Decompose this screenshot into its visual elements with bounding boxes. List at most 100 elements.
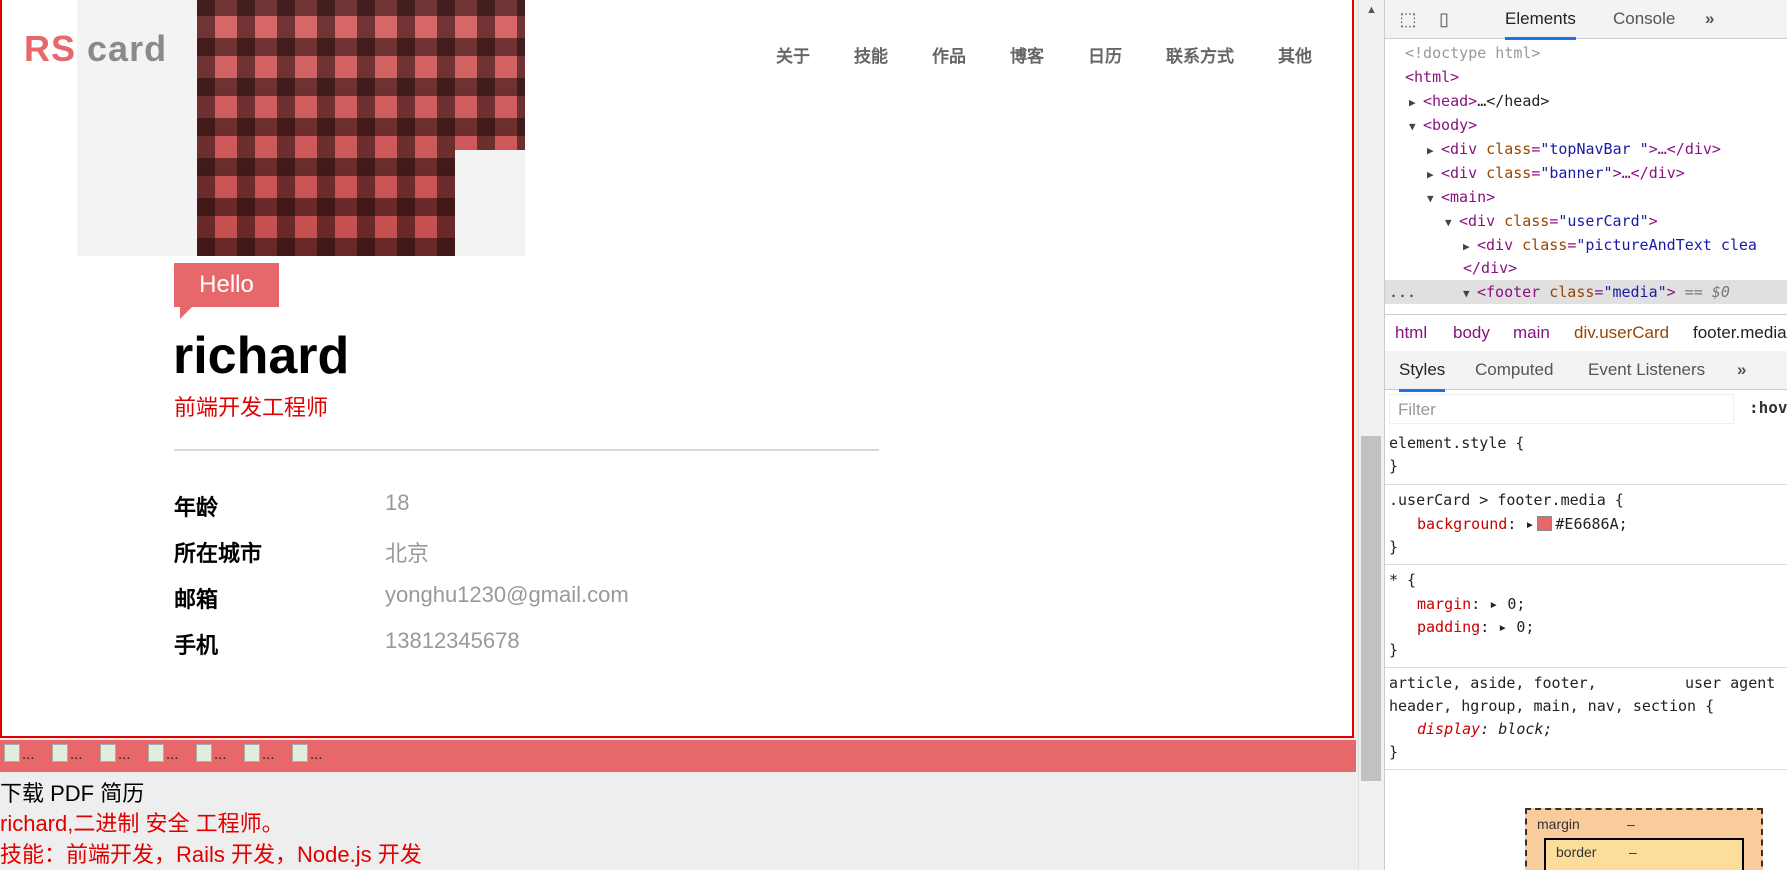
tab-console[interactable]: Console — [1613, 0, 1675, 38]
device-toolbar-icon[interactable]: ▯ — [1433, 8, 1455, 30]
dom-div-close[interactable]: </div> — [1463, 259, 1517, 277]
decl-margin[interactable]: margin: ▸ 0; — [1417, 595, 1525, 613]
media-link[interactable]: ... — [100, 744, 131, 763]
dom-topnavbar[interactable]: ▶ <div class="topNavBar ">…</div> — [1427, 140, 1721, 158]
decl-background[interactable]: background: ▸ #E6686A; — [1417, 515, 1628, 533]
tab-styles[interactable]: Styles — [1399, 360, 1446, 392]
broken-image-icon — [4, 744, 20, 762]
media-link[interactable]: ... — [4, 744, 35, 763]
inspect-element-icon[interactable]: ⬚ — [1397, 8, 1419, 30]
hover-state-toggle[interactable]: :hov — [1749, 398, 1787, 417]
scroll-up-arrow-icon[interactable]: ▲ — [1366, 4, 1377, 16]
expand-triangle-icon[interactable]: ▶ — [1427, 144, 1441, 157]
media-link[interactable]: ... — [52, 744, 83, 763]
photo-background-lower — [455, 150, 525, 256]
tab-elements[interactable]: Elements — [1505, 0, 1576, 40]
scrollbar-thumb[interactable] — [1361, 436, 1381, 781]
nav-item-calendar[interactable]: 日历 — [1088, 42, 1122, 67]
expand-triangle-icon[interactable]: ▶ — [1427, 168, 1441, 181]
resume-skills: 技能：前端开发，Rails 开发，Node.js 开发 — [0, 842, 422, 867]
card-divider — [174, 449, 879, 451]
dom-breadcrumb: html body main div.userCard footer.media — [1385, 314, 1787, 352]
box-model-border-label: border — [1556, 844, 1597, 860]
nav-item-blog[interactable]: 博客 — [1010, 42, 1044, 67]
breadcrumb-footer-media[interactable]: footer.media — [1693, 323, 1787, 343]
media-link[interactable]: ... — [292, 744, 323, 763]
rule-separator — [1385, 484, 1787, 485]
media-link[interactable]: ... — [196, 744, 227, 763]
resume-summary: richard,二进制 安全 工程师。 — [0, 811, 284, 836]
decl-display: display: block; — [1417, 720, 1553, 738]
more-style-tabs-icon[interactable]: » — [1737, 360, 1746, 380]
styles-filter-input[interactable]: Filter — [1389, 394, 1734, 424]
breadcrumb-usercard[interactable]: div.userCard — [1574, 323, 1669, 343]
broken-image-icon — [100, 744, 116, 762]
dom-html[interactable]: <html> — [1405, 68, 1459, 86]
nav-item-other[interactable]: 其他 — [1278, 42, 1312, 67]
logo-card: card — [87, 28, 168, 69]
broken-image-icon — [148, 744, 164, 762]
nav-item-contact[interactable]: 联系方式 — [1166, 42, 1234, 67]
broken-image-icon — [292, 744, 308, 762]
expand-triangle-icon[interactable]: ▶ — [1409, 96, 1423, 109]
rule-separator — [1385, 564, 1787, 565]
rule-close: } — [1389, 457, 1399, 475]
more-tabs-chevron-icon[interactable]: » — [1705, 0, 1714, 38]
info-label: 年龄 — [174, 495, 219, 520]
collapse-triangle-icon[interactable]: ▼ — [1409, 120, 1423, 133]
rule-user-agent-selector-2[interactable]: header, hgroup, main, nav, section { — [1389, 697, 1714, 715]
devtools-panel: ⬚ ▯ Elements Console » <!doctype html> <… — [1384, 0, 1787, 870]
dom-head[interactable]: ▶ <head>…</head> — [1409, 92, 1549, 110]
dom-main[interactable]: ▼ <main> — [1427, 188, 1495, 206]
nav-item-about[interactable]: 关于 — [776, 42, 810, 67]
box-model-border: border – — [1544, 838, 1744, 870]
box-model-diagram: margin – border – — [1525, 808, 1763, 870]
breadcrumb-main[interactable]: main — [1513, 323, 1550, 343]
devtools-toolbar: ⬚ ▯ Elements Console » — [1385, 0, 1787, 40]
info-label: 所在城市 — [174, 541, 263, 566]
box-model-margin-value[interactable]: – — [1627, 816, 1635, 832]
broken-image-icon — [196, 744, 212, 762]
broken-image-icon — [52, 744, 68, 762]
site-logo[interactable]: RS card — [24, 28, 167, 70]
color-swatch-icon[interactable] — [1537, 516, 1553, 531]
info-value: 北京 — [385, 541, 430, 566]
rule-user-agent-selector[interactable]: article, aside, footer, — [1389, 674, 1597, 692]
rule-separator — [1385, 769, 1787, 770]
collapse-triangle-icon[interactable]: ▼ — [1427, 192, 1441, 205]
user-role: 前端开发工程师 — [174, 395, 329, 420]
media-link[interactable]: ... — [148, 744, 179, 763]
collapse-triangle-icon[interactable]: ▼ — [1463, 287, 1477, 300]
collapse-triangle-icon[interactable]: ▼ — [1445, 216, 1459, 229]
logo-rs: RS — [24, 28, 77, 69]
rule-close: } — [1389, 538, 1399, 556]
info-value: 13812345678 — [385, 628, 520, 653]
media-link[interactable]: ... — [244, 744, 275, 763]
dom-banner[interactable]: ▶ <div class="banner">…</div> — [1427, 164, 1685, 182]
dom-usercard[interactable]: ▼ <div class="userCard"> — [1445, 212, 1658, 230]
breadcrumb-body[interactable]: body — [1453, 323, 1490, 343]
dom-footer-media-selected[interactable]: ▼ <footer class="media"> == $0 — [1463, 283, 1730, 301]
styles-tabs: Styles Computed Event Listeners » — [1385, 351, 1787, 392]
rule-usercard-media[interactable]: .userCard > footer.media { — [1389, 491, 1624, 509]
tab-computed[interactable]: Computed — [1475, 360, 1553, 380]
tab-event-listeners[interactable]: Event Listeners — [1588, 360, 1705, 380]
expand-triangle-icon[interactable]: ▶ — [1463, 240, 1477, 253]
dom-body[interactable]: ▼ <body> — [1409, 116, 1477, 134]
rule-separator — [1385, 667, 1787, 668]
info-value: yonghu1230@gmail.com — [385, 582, 629, 607]
rule-element-style[interactable]: element.style { — [1389, 434, 1524, 452]
dom-doctype[interactable]: <!doctype html> — [1405, 44, 1540, 62]
box-model-border-value[interactable]: – — [1629, 844, 1637, 860]
user-name: richard — [173, 327, 350, 385]
rule-close: } — [1389, 641, 1399, 659]
dom-ellipsis-menu[interactable]: ... — [1389, 283, 1416, 301]
decl-padding[interactable]: padding: ▸ 0; — [1417, 618, 1534, 636]
nav-item-skills[interactable]: 技能 — [854, 42, 888, 67]
download-pdf-link[interactable]: 下载 PDF 简历 — [0, 776, 144, 808]
breadcrumb-html[interactable]: html — [1395, 323, 1427, 343]
rule-universal[interactable]: * { — [1389, 571, 1416, 589]
nav-item-works[interactable]: 作品 — [932, 42, 966, 67]
info-label: 邮箱 — [174, 587, 219, 612]
dom-picture-and-text[interactable]: ▶ <div class="pictureAndText clea — [1463, 236, 1757, 254]
